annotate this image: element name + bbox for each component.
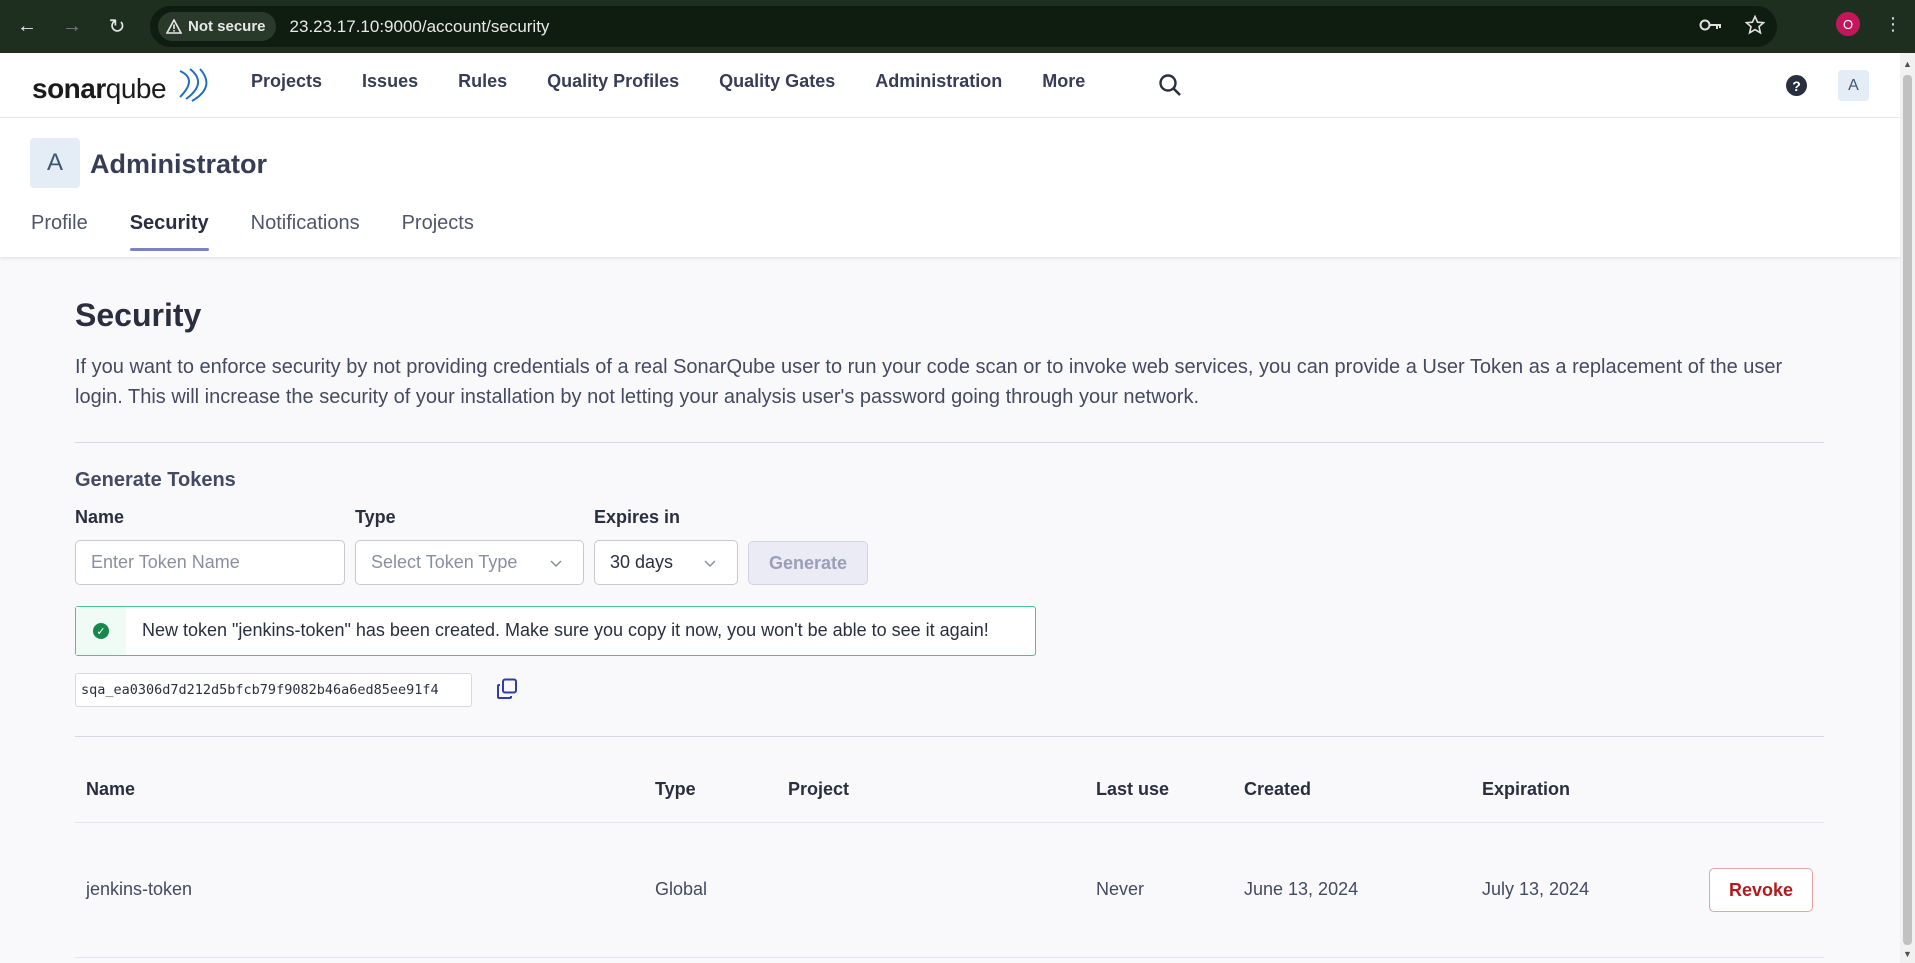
page-scrollbar[interactable]: ▲ ▼ bbox=[1900, 53, 1915, 963]
name-label: Name bbox=[75, 507, 125, 527]
token-expiration-cell: July 13, 2024 bbox=[1482, 879, 1590, 899]
warning-icon bbox=[166, 19, 182, 34]
account-tabs: Profile Security Notifications Projects bbox=[31, 212, 516, 251]
nav-quality-gates[interactable]: Quality Gates bbox=[719, 71, 835, 92]
token-type-cell: Global bbox=[655, 879, 708, 899]
address-bar[interactable]: Not secure 23.23.17.10:9000/account/secu… bbox=[150, 6, 1777, 47]
generate-button[interactable]: Generate bbox=[748, 541, 868, 585]
col-header-project: Project bbox=[788, 779, 850, 799]
token-value[interactable]: sqa_ea0306d7d212d5bfcb79f9082b46a6ed85ee… bbox=[75, 673, 472, 707]
divider bbox=[75, 736, 1824, 737]
sonarqube-logo[interactable]: sonarqube bbox=[32, 65, 208, 105]
token-created-alert: ✓ New token "jenkins-token" has been cre… bbox=[75, 606, 1036, 656]
page-title: Security bbox=[75, 297, 202, 333]
not-secure-chip[interactable]: Not secure bbox=[158, 12, 276, 41]
col-header-expiration: Expiration bbox=[1482, 779, 1571, 799]
token-name-cell: jenkins-token bbox=[86, 879, 193, 899]
reload-icon[interactable]: ↻ bbox=[104, 13, 130, 39]
col-header-type: Type bbox=[655, 779, 696, 799]
nav-quality-profiles[interactable]: Quality Profiles bbox=[547, 71, 679, 92]
not-secure-label: Not secure bbox=[188, 18, 266, 35]
tab-notifications[interactable]: Notifications bbox=[251, 212, 360, 251]
logo-waves-icon bbox=[179, 68, 208, 102]
scroll-down-arrow-icon[interactable]: ▼ bbox=[1902, 949, 1913, 959]
tab-projects[interactable]: Projects bbox=[402, 212, 474, 251]
chevron-down-icon bbox=[550, 560, 562, 568]
help-icon[interactable]: ? bbox=[1786, 75, 1807, 96]
back-icon[interactable]: ← bbox=[14, 13, 40, 39]
token-created-cell: June 13, 2024 bbox=[1244, 879, 1359, 899]
browser-toolbar: ← → ↻ Not secure 23.23.17.10:9000/accoun… bbox=[0, 0, 1915, 53]
user-avatar[interactable]: A bbox=[1838, 70, 1869, 101]
col-header-name: Name bbox=[86, 779, 136, 799]
forward-icon[interactable]: → bbox=[59, 13, 85, 39]
col-header-last-use: Last use bbox=[1096, 779, 1170, 799]
tab-security[interactable]: Security bbox=[129, 212, 209, 251]
account-avatar: A bbox=[30, 138, 80, 188]
star-icon[interactable] bbox=[1745, 15, 1765, 35]
key-icon[interactable] bbox=[1699, 15, 1723, 35]
scroll-up-arrow-icon[interactable]: ▲ bbox=[1902, 59, 1913, 69]
url-text[interactable]: 23.23.17.10:9000/account/security bbox=[290, 17, 550, 37]
nav-issues[interactable]: Issues bbox=[362, 71, 418, 92]
logo-text-sonar: sonar bbox=[32, 73, 106, 104]
token-last-use-cell: Never bbox=[1096, 879, 1145, 899]
security-intro: If you want to enforce security by not p… bbox=[75, 356, 1783, 408]
expires-label: Expires in bbox=[594, 507, 681, 527]
table-row-divider bbox=[75, 957, 1824, 958]
divider bbox=[75, 442, 1824, 443]
token-type-placeholder: Select Token Type bbox=[371, 552, 518, 572]
expires-value: 30 days bbox=[610, 552, 674, 572]
chevron-down-icon bbox=[704, 560, 716, 568]
scrollbar-thumb[interactable] bbox=[1903, 75, 1912, 945]
account-name: Administrator bbox=[90, 149, 268, 179]
type-label: Type bbox=[355, 507, 396, 527]
search-icon[interactable] bbox=[1158, 73, 1182, 97]
token-name-placeholder: Enter Token Name bbox=[91, 552, 240, 572]
expires-select[interactable]: 30 days bbox=[594, 540, 738, 585]
browser-menu-icon[interactable]: ⋮ bbox=[1884, 14, 1902, 35]
nav-rules[interactable]: Rules bbox=[458, 71, 507, 92]
token-type-select[interactable]: Select Token Type bbox=[355, 540, 584, 585]
table-header-divider bbox=[75, 822, 1824, 823]
check-circle-icon: ✓ bbox=[93, 623, 109, 639]
alert-message: New token "jenkins-token" has been creat… bbox=[142, 620, 989, 640]
alert-icon-strip: ✓ bbox=[76, 607, 126, 655]
tab-profile[interactable]: Profile bbox=[31, 212, 88, 251]
account-header: A Administrator Profile Security Notific… bbox=[0, 118, 1900, 257]
nav-administration[interactable]: Administration bbox=[875, 71, 1002, 92]
generate-tokens-title: Generate Tokens bbox=[75, 469, 236, 491]
app-header: sonarqube Projects Issues Rules Quality … bbox=[0, 53, 1900, 118]
token-name-input[interactable]: Enter Token Name bbox=[75, 540, 345, 585]
nav-more[interactable]: More bbox=[1042, 71, 1085, 92]
revoke-button[interactable]: Revoke bbox=[1709, 868, 1813, 912]
browser-profile-avatar[interactable]: O bbox=[1836, 12, 1860, 36]
nav-projects[interactable]: Projects bbox=[251, 71, 322, 92]
main-nav: Projects Issues Rules Quality Profiles Q… bbox=[251, 71, 1125, 92]
copy-icon[interactable] bbox=[495, 677, 519, 701]
col-header-created: Created bbox=[1244, 779, 1312, 799]
